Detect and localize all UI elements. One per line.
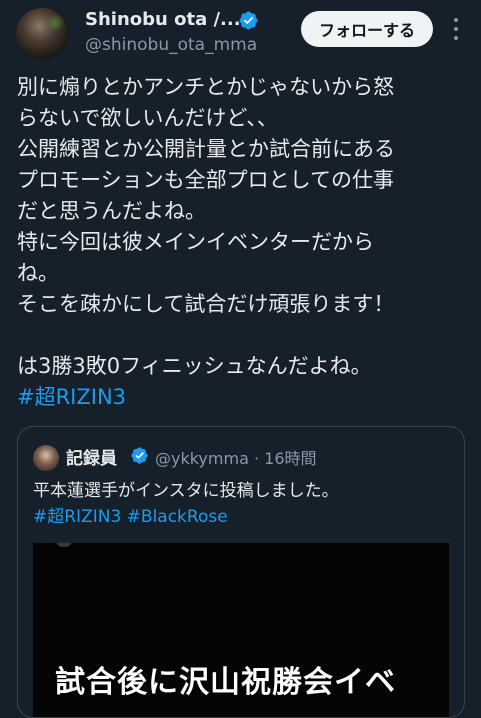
post-body-line: ね。 bbox=[17, 261, 59, 285]
follow-button[interactable]: フォローする bbox=[301, 11, 433, 47]
more-dot bbox=[454, 27, 458, 31]
hashtag-link[interactable]: #超RIZIN3 bbox=[17, 382, 472, 413]
quoted-post-text: 平本蓮選手がインスタに投稿しました。 #超RIZIN3 #BlackRose bbox=[33, 478, 453, 530]
quoted-author-name[interactable]: 記録員 bbox=[66, 444, 117, 469]
post-body-line: らないで欲しいんだけど、、 bbox=[17, 106, 278, 130]
post-body-line: 別に煽りとかアンチとかじゃないから怒 bbox=[17, 75, 395, 99]
post-body: 別に煽りとかアンチとかじゃないから怒 らないで欲しいんだけど、、 公開練習とか公… bbox=[17, 72, 472, 413]
verified-badge-icon bbox=[131, 447, 148, 464]
post-body-line: そこを疎かにして試合だけ頑張ります！ bbox=[17, 292, 395, 316]
media-caption: 試合後に沢山祝勝会イベ bbox=[55, 665, 396, 700]
post-body-line: は3勝3敗0フィニッシュなんだよね。 bbox=[17, 354, 372, 378]
quoted-author-meta[interactable]: @ykkymma · 16時間 bbox=[155, 445, 317, 469]
post-body-line: 特に今回は彼メインイベンターだから bbox=[17, 230, 374, 254]
author-name[interactable]: Shinobu ota /... bbox=[85, 9, 241, 30]
quoted-hashtags[interactable]: #超RIZIN3 #BlackRose bbox=[33, 504, 453, 530]
author-handle[interactable]: @shinobu_ota_mma bbox=[85, 35, 257, 55]
post-body-line: だと思うんだよね。 bbox=[17, 199, 206, 223]
post-body-line: 公開練習とか公開計量とか試合前にある bbox=[17, 137, 395, 161]
quoted-media-image[interactable]: 試合後に沢山祝勝会イベ bbox=[33, 543, 449, 717]
quoted-text-line: 平本蓮選手がインスタに投稿しました。 bbox=[33, 481, 339, 501]
more-options-icon[interactable] bbox=[448, 18, 464, 40]
quoted-post-card[interactable]: 記録員 @ykkymma · 16時間 平本蓮選手がインスタに投稿しました。 #… bbox=[17, 426, 465, 718]
media-speck bbox=[57, 543, 71, 547]
quoted-author-avatar[interactable] bbox=[33, 445, 59, 471]
post-body-line: プロモーションも全部プロとしての仕事 bbox=[17, 168, 394, 192]
avatar-glow bbox=[46, 14, 64, 32]
more-dot bbox=[454, 18, 458, 22]
post-header: Shinobu ota /... @shinobu_ota_mma フォローする bbox=[0, 0, 481, 64]
verified-badge-icon bbox=[239, 11, 258, 30]
more-dot bbox=[454, 36, 458, 40]
post-body-line bbox=[17, 320, 472, 351]
author-avatar[interactable] bbox=[16, 8, 68, 60]
